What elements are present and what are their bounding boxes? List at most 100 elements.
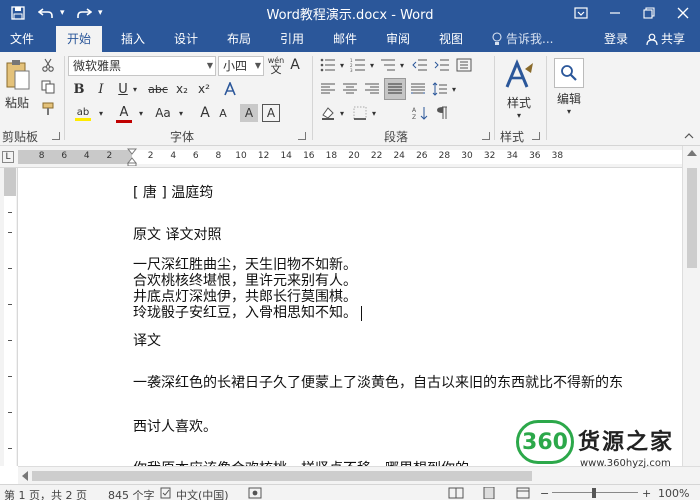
language-indicator[interactable]: 中文(中国) [176, 487, 229, 500]
ruler-number: 2 [147, 151, 154, 161]
increase-indent-icon[interactable] [432, 56, 452, 74]
line-spacing-icon[interactable] [430, 80, 450, 98]
minimize-icon[interactable] [598, 0, 632, 26]
scroll-left-icon[interactable] [22, 471, 28, 481]
tab-design[interactable]: 设计 [163, 26, 209, 52]
justify-icon[interactable] [384, 78, 406, 100]
paragraph-dialog-launcher[interactable] [482, 132, 490, 140]
tab-mailings[interactable]: 邮件 [322, 26, 368, 52]
bold-button[interactable]: B [70, 80, 88, 98]
zoom-in-button[interactable]: + [642, 487, 651, 500]
multilevel-dropdown-icon[interactable]: ▾ [398, 56, 406, 74]
tab-view[interactable]: 视图 [428, 26, 474, 52]
shading-dropdown-icon[interactable]: ▾ [338, 104, 346, 122]
strikethrough-button[interactable]: abc [146, 80, 170, 98]
distributed-icon[interactable] [408, 80, 428, 98]
zoom-out-button[interactable]: − [540, 487, 549, 500]
font-color-dropdown-icon[interactable]: ▾ [136, 104, 146, 122]
editing-button[interactable]: 编辑 ▾ [548, 90, 590, 117]
zoom-level[interactable]: 100% [658, 487, 689, 500]
font-size-combo[interactable]: 小四 ▼ [218, 56, 264, 76]
borders-dropdown-icon[interactable]: ▾ [370, 104, 378, 122]
font-color-button[interactable]: A [112, 104, 136, 124]
cut-icon[interactable] [38, 56, 58, 74]
tab-home[interactable]: 开始 [56, 26, 102, 52]
change-case-dropdown-icon[interactable]: ▾ [176, 104, 186, 122]
ruler-number: 8 [215, 151, 222, 161]
align-right-icon[interactable] [362, 80, 382, 98]
shading-icon[interactable] [318, 104, 338, 122]
watermark-name: 货源之家 [578, 430, 675, 455]
copy-icon[interactable] [38, 78, 58, 96]
subscript-button[interactable]: x₂ [172, 80, 192, 98]
highlight-button[interactable]: ab [70, 104, 96, 124]
tab-file[interactable]: 文件 [0, 26, 44, 52]
character-shading-button[interactable]: A [240, 104, 258, 122]
collapse-ribbon-icon[interactable] [682, 130, 696, 142]
tab-selector[interactable]: L [2, 151, 14, 163]
bullets-icon[interactable] [318, 56, 338, 74]
numbering-dropdown-icon[interactable]: ▾ [368, 56, 376, 74]
login-button[interactable]: 登录 [604, 26, 628, 52]
italic-button[interactable]: I [92, 80, 110, 98]
ribbon-display-options-icon[interactable] [564, 0, 598, 26]
paste-label[interactable]: 粘贴 [2, 94, 32, 111]
share-button[interactable]: 共享 [646, 26, 685, 52]
line-spacing-dropdown-icon[interactable]: ▾ [450, 80, 458, 98]
styles-button[interactable]: 样式 ▾ [498, 94, 540, 121]
scroll-up-icon[interactable] [687, 150, 697, 156]
align-center-icon[interactable] [340, 80, 360, 98]
text-effects-icon[interactable] [220, 80, 240, 98]
character-border-button[interactable]: A [262, 104, 280, 122]
clear-formatting-button[interactable]: A [286, 56, 304, 74]
macro-record-icon[interactable] [248, 487, 262, 500]
indent-markers[interactable] [127, 148, 137, 166]
web-layout-icon[interactable] [516, 487, 532, 500]
close-icon[interactable] [666, 0, 700, 26]
numbering-icon[interactable]: 123 [348, 56, 368, 74]
tab-references[interactable]: 引用 [269, 26, 315, 52]
decrease-indent-icon[interactable] [410, 56, 430, 74]
styles-dialog-launcher[interactable] [532, 132, 540, 140]
print-layout-icon[interactable] [482, 486, 498, 500]
multilevel-list-icon[interactable] [378, 56, 398, 74]
format-painter-icon[interactable] [38, 100, 58, 118]
clipboard-dialog-launcher[interactable] [52, 132, 60, 140]
section-heading: 原文 译文对照 [133, 227, 222, 243]
underline-dropdown-icon[interactable]: ▾ [130, 80, 140, 98]
grow-font-button[interactable]: A [196, 104, 214, 122]
scroll-thumb[interactable] [687, 168, 697, 268]
paste-icon[interactable] [4, 58, 32, 92]
borders-icon[interactable] [350, 104, 370, 122]
shrink-font-button[interactable]: A [214, 104, 232, 122]
tab-layout[interactable]: 布局 [216, 26, 262, 52]
page-count[interactable]: 第 1 页，共 2 页 [4, 487, 87, 500]
font-name-combo[interactable]: 微软雅黑 ▼ [68, 56, 216, 76]
bullets-dropdown-icon[interactable]: ▾ [338, 56, 346, 74]
search-icon[interactable] [554, 58, 584, 88]
show-marks-icon[interactable] [432, 104, 452, 122]
ruler-number: 28 [438, 151, 451, 161]
horizontal-ruler[interactable]: L 8 6 4 2 2 4 6 8 10 12 14 16 18 20 22 24 26 28 30 32 34 36 38 [0, 146, 700, 168]
change-case-button[interactable]: Aa [150, 104, 176, 122]
tab-review[interactable]: 审阅 [375, 26, 421, 52]
highlight-dropdown-icon[interactable]: ▾ [96, 104, 106, 122]
tab-insert[interactable]: 插入 [110, 26, 156, 52]
align-left-icon[interactable] [318, 80, 338, 98]
restore-icon[interactable] [632, 0, 666, 26]
tell-me-box[interactable]: 告诉我... [492, 26, 553, 52]
styles-icon[interactable] [502, 58, 536, 92]
hscroll-thumb[interactable] [32, 471, 532, 481]
proofing-icon[interactable] [160, 487, 172, 500]
read-mode-icon[interactable] [448, 487, 464, 500]
translation-line: 西讨人喜欢。 [133, 419, 217, 435]
phonetic-guide-button[interactable]: wén 文 [266, 54, 286, 76]
word-count[interactable]: 845 个字 [108, 487, 155, 500]
sort-icon[interactable]: AZ [410, 104, 430, 122]
zoom-slider-thumb[interactable] [592, 488, 596, 498]
chinese-layout-icon[interactable] [454, 56, 474, 74]
superscript-button[interactable]: x² [194, 80, 214, 98]
title-bar: ▾ ▾ Word教程演示.docx - Word [0, 0, 700, 26]
vertical-ruler[interactable] [0, 168, 18, 466]
font-dialog-launcher[interactable] [298, 132, 306, 140]
